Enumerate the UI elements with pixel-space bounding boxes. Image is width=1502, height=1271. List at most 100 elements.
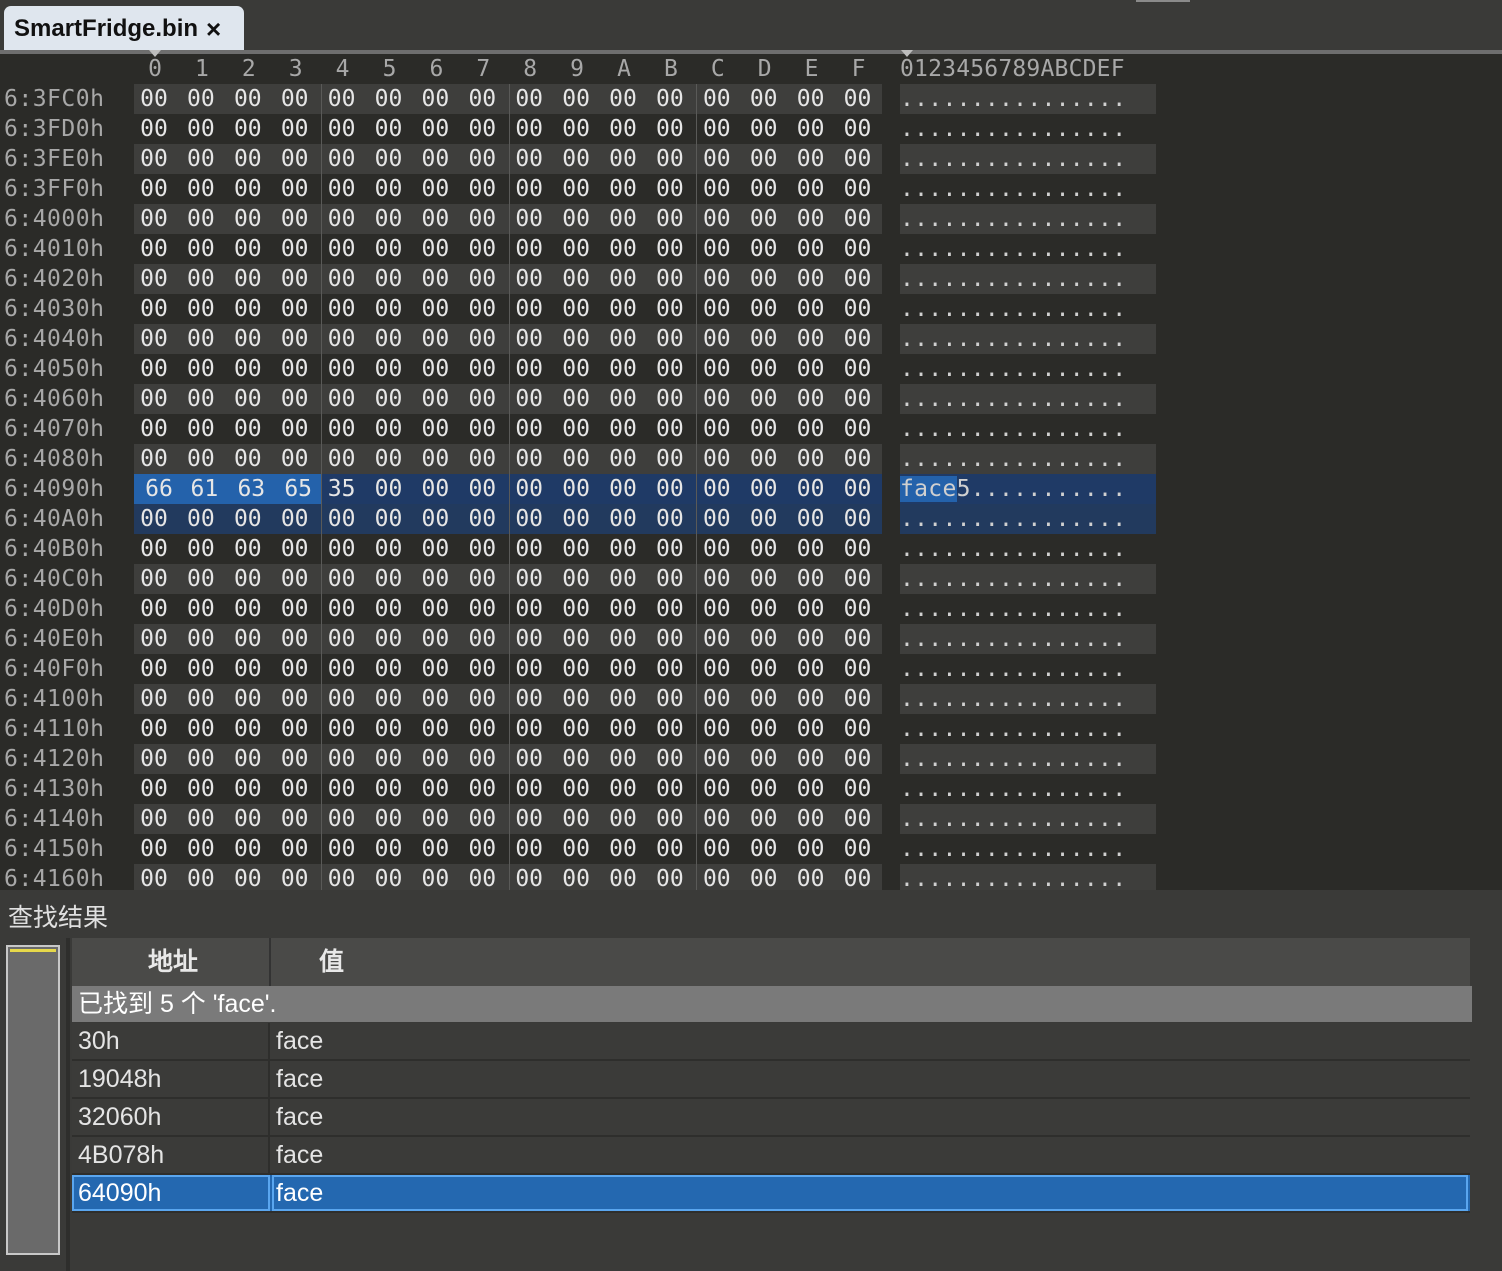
hex-byte[interactable]: 00 — [181, 504, 221, 534]
hex-byte[interactable]: 00 — [697, 504, 737, 534]
hex-byte[interactable]: 00 — [415, 174, 455, 204]
hex-byte[interactable]: 00 — [462, 714, 502, 744]
hex-byte[interactable]: 00 — [415, 444, 455, 474]
hex-byte[interactable]: 00 — [697, 654, 737, 684]
hex-byte[interactable]: 00 — [181, 654, 221, 684]
hex-byte[interactable]: 00 — [181, 534, 221, 564]
hex-byte[interactable]: 00 — [791, 354, 831, 384]
hex-byte[interactable]: 00 — [650, 654, 690, 684]
hex-byte[interactable]: 00 — [697, 804, 737, 834]
hex-byte[interactable]: 00 — [650, 174, 690, 204]
hex-byte[interactable]: 00 — [322, 834, 362, 864]
column-header-address[interactable]: 地址 — [148, 938, 198, 986]
hex-byte[interactable]: 00 — [697, 774, 737, 804]
hex-byte[interactable]: 00 — [134, 534, 174, 564]
hex-byte[interactable]: 00 — [556, 684, 596, 714]
hex-byte[interactable]: 00 — [791, 174, 831, 204]
hex-byte[interactable]: 00 — [697, 354, 737, 384]
hex-byte[interactable]: 00 — [650, 324, 690, 354]
hex-byte[interactable]: 00 — [509, 114, 549, 144]
hex-byte[interactable]: 00 — [415, 804, 455, 834]
ascii-text[interactable]: ................ — [900, 414, 1126, 444]
hex-byte[interactable]: 00 — [556, 834, 596, 864]
ascii-text[interactable]: ................ — [900, 144, 1126, 174]
ascii-text[interactable]: ................ — [900, 294, 1126, 324]
hex-byte[interactable]: 00 — [415, 744, 455, 774]
hex-byte[interactable]: 00 — [509, 774, 549, 804]
hex-byte[interactable]: 00 — [415, 834, 455, 864]
hex-row[interactable]: 6:4080h 00 00 00 00 00 00 00 00 00 00 00 00 00 00 00 00.… — [0, 444, 1502, 474]
hex-byte[interactable]: 00 — [181, 354, 221, 384]
hex-byte[interactable]: 00 — [556, 414, 596, 444]
hex-byte[interactable]: 00 — [838, 474, 878, 504]
hex-byte[interactable]: 00 — [509, 654, 549, 684]
hex-byte[interactable]: 00 — [791, 744, 831, 774]
hex-byte[interactable]: 00 — [228, 594, 268, 624]
ascii-text[interactable]: ................ — [900, 834, 1126, 864]
hex-byte[interactable]: 00 — [228, 174, 268, 204]
hex-byte[interactable]: 00 — [181, 294, 221, 324]
hex-byte[interactable]: 00 — [838, 414, 878, 444]
hex-byte[interactable]: 00 — [462, 84, 502, 114]
hex-byte[interactable]: 00 — [838, 714, 878, 744]
hex-byte[interactable]: 00 — [322, 384, 362, 414]
hex-byte[interactable]: 00 — [744, 534, 784, 564]
hex-row[interactable]: 6:4100h 00 00 00 00 00 00 00 00 00 00 00 00 00 00 00 00.… — [0, 684, 1502, 714]
hex-byte[interactable]: 00 — [509, 234, 549, 264]
hex-byte[interactable]: 00 — [650, 534, 690, 564]
hex-byte[interactable]: 00 — [134, 384, 174, 414]
hex-byte[interactable]: 00 — [462, 204, 502, 234]
hex-byte[interactable]: 00 — [744, 174, 784, 204]
hex-byte[interactable]: 00 — [369, 504, 409, 534]
hex-byte[interactable]: 00 — [134, 174, 174, 204]
hex-byte[interactable]: 00 — [275, 594, 315, 624]
hex-row[interactable]: 6:4060h 00 00 00 00 00 00 00 00 00 00 00 00 00 00 00 00.… — [0, 384, 1502, 414]
hex-byte[interactable]: 00 — [462, 744, 502, 774]
hex-byte[interactable]: 00 — [509, 834, 549, 864]
ascii-text[interactable]: ................ — [900, 384, 1126, 414]
hex-byte[interactable]: 00 — [369, 144, 409, 174]
hex-byte[interactable]: 00 — [838, 144, 878, 174]
hex-byte[interactable]: 00 — [744, 834, 784, 864]
hex-byte[interactable]: 00 — [275, 804, 315, 834]
hex-byte[interactable]: 00 — [275, 714, 315, 744]
hex-row[interactable]: 6:4090h 66 61 63 65 35 00 00 00 00 00 00 00 00 00 00 00 f… — [0, 474, 1502, 504]
hex-byte[interactable]: 00 — [228, 774, 268, 804]
hex-byte[interactable]: 00 — [697, 204, 737, 234]
hex-byte[interactable]: 00 — [650, 774, 690, 804]
hex-byte[interactable]: 00 — [744, 234, 784, 264]
hex-byte[interactable]: 00 — [650, 864, 690, 890]
hex-byte[interactable]: 00 — [744, 624, 784, 654]
hex-byte[interactable]: 00 — [462, 834, 502, 864]
hex-byte[interactable]: 00 — [181, 204, 221, 234]
hex-byte[interactable]: 00 — [509, 864, 549, 890]
hex-byte[interactable]: 00 — [650, 294, 690, 324]
hex-byte[interactable]: 00 — [462, 384, 502, 414]
hex-byte[interactable]: 35 — [322, 474, 362, 504]
hex-byte[interactable]: 00 — [556, 474, 596, 504]
hex-byte[interactable]: 00 — [228, 444, 268, 474]
hex-byte[interactable]: 00 — [322, 684, 362, 714]
hex-byte[interactable]: 00 — [134, 684, 174, 714]
hex-byte[interactable]: 00 — [697, 864, 737, 890]
hex-byte[interactable]: 00 — [415, 564, 455, 594]
hex-byte[interactable]: 00 — [603, 84, 643, 114]
hex-byte[interactable]: 00 — [462, 774, 502, 804]
hex-byte[interactable]: 00 — [369, 774, 409, 804]
hex-byte[interactable]: 00 — [650, 384, 690, 414]
hex-byte[interactable]: 00 — [181, 744, 221, 774]
hex-byte[interactable]: 00 — [462, 174, 502, 204]
hex-byte[interactable]: 00 — [509, 204, 549, 234]
hex-byte[interactable]: 00 — [509, 474, 549, 504]
hex-byte[interactable]: 00 — [134, 864, 174, 890]
hex-byte[interactable]: 00 — [181, 624, 221, 654]
results-side-scrollbar[interactable] — [6, 945, 60, 1255]
hex-byte[interactable]: 00 — [462, 264, 502, 294]
hex-byte[interactable]: 00 — [509, 804, 549, 834]
hex-byte[interactable]: 00 — [556, 534, 596, 564]
hex-byte[interactable]: 00 — [134, 234, 174, 264]
hex-byte[interactable]: 00 — [322, 204, 362, 234]
hex-byte[interactable]: 00 — [275, 174, 315, 204]
hex-byte[interactable]: 00 — [838, 504, 878, 534]
hex-byte[interactable]: 00 — [181, 774, 221, 804]
